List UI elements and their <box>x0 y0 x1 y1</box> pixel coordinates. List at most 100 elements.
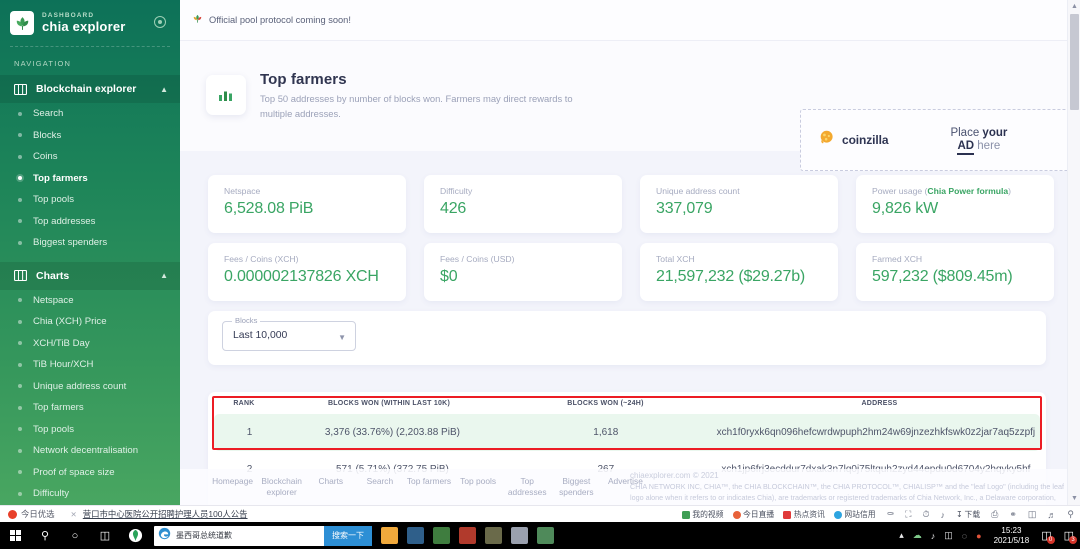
sidebar-item-difficulty[interactable]: Difficulty <box>0 483 180 505</box>
grid-icon <box>13 83 28 95</box>
sidebar-item-top-addresses[interactable]: Top addresses <box>0 211 180 233</box>
chevron-up-icon[interactable]: ▲ <box>160 271 168 280</box>
cell-address[interactable]: xch1f0ryxk6qn096hefcwrdwpuph2hm24w69jnze… <box>712 427 1040 438</box>
browser-tool-my-video[interactable]: 我的视频 <box>681 509 724 520</box>
sidebar-group-charts[interactable]: Charts ▲ <box>0 261 180 290</box>
stat-value: 9,826 kW <box>872 200 938 217</box>
app-icon-3[interactable] <box>459 527 476 544</box>
video-icon <box>681 510 690 519</box>
sidebar-item-top-pools[interactable]: Top pools <box>0 189 180 211</box>
history-icon[interactable]: ⏱ <box>922 509 929 520</box>
footer-link-charts[interactable]: Charts <box>306 476 355 499</box>
browser-tool-label: 我的视频 <box>692 510 724 519</box>
footer-link-top-farmers[interactable]: Top farmers <box>404 476 453 499</box>
browser-tool-download[interactable]: ↧ 下载 <box>956 509 980 520</box>
360-browser-icon[interactable] <box>120 522 150 549</box>
sidebar-item-tib-hour-xch[interactable]: TiB Hour/XCH <box>0 354 180 376</box>
sidebar-item-netspace[interactable]: Netspace <box>0 290 180 312</box>
sidebar-item-chart-top-pools[interactable]: Top pools <box>0 419 180 441</box>
sidebar-item-unique-address-count[interactable]: Unique address count <box>0 376 180 398</box>
cortana-circle-icon[interactable]: ○ <box>60 522 90 549</box>
chia-leaf-logo-icon <box>10 11 34 35</box>
browser-tool-hot-news[interactable]: 热点资讯 <box>783 509 825 520</box>
tray-app-icon[interactable]: ● <box>976 531 981 541</box>
shield-icon[interactable]: ⚰ <box>887 509 895 520</box>
app-icon-1[interactable] <box>407 527 424 544</box>
sidebar-item-label: TiB Hour/XCH <box>33 359 94 371</box>
link-icon[interactable]: ⚭ <box>1009 509 1017 520</box>
screenshot-icon[interactable]: ⛶ <box>905 509 911 520</box>
volume-muted-icon[interactable]: ♪ <box>931 531 936 541</box>
stat-card-unique-address-count: Unique address count 337,079 <box>640 175 838 233</box>
taskbar-clock[interactable]: 15:23 2021/5/18 <box>994 526 1030 546</box>
task-view-icon[interactable]: ◫ <box>90 522 120 549</box>
sidebar-item-chart-top-farmers[interactable]: Top farmers <box>0 397 180 419</box>
footer-link-search[interactable]: Search <box>355 476 404 499</box>
bullet-icon <box>18 219 22 224</box>
brand-header[interactable]: DASHBOARD chia explorer <box>0 0 180 46</box>
app-icon-6[interactable] <box>537 527 554 544</box>
stat-card-farmed-xch: Farmed XCH 597,232 ($809.45m) <box>856 243 1054 301</box>
sidebar-item-label: Netspace <box>33 294 74 306</box>
sidebar-item-proof-of-space-size[interactable]: Proof of space size <box>0 462 180 484</box>
close-x-icon[interactable]: ✕ <box>71 510 77 519</box>
news-link[interactable]: 营口市中心医院公开招聘护理人员100人公告 <box>83 508 248 520</box>
footer-link-top-addresses[interactable]: Top addresses <box>503 476 552 499</box>
clock-time: 15:23 <box>1001 525 1022 535</box>
blocks-select[interactable]: Blocks Last 10,000 ▼ <box>222 316 356 351</box>
window-icon[interactable]: ◫ <box>1028 509 1037 520</box>
circle-dot-icon[interactable] <box>154 16 166 28</box>
sidebar-item-network-decentralisation[interactable]: Network decentralisation <box>0 440 180 462</box>
chia-power-formula-link[interactable]: Chia Power formula <box>927 186 1008 196</box>
sidebar-item-search[interactable]: Search <box>0 103 180 125</box>
search-icon[interactable]: ⚲ <box>30 522 60 549</box>
search-submit-button[interactable]: 搜索一下 <box>324 525 372 546</box>
browser-tool-site-credit[interactable]: 网站信用 <box>833 509 876 520</box>
messages-icon[interactable]: ◫ 0 <box>1041 529 1055 544</box>
security-icon[interactable]: ◌ <box>962 531 967 541</box>
sidebar-item-blocks[interactable]: Blocks <box>0 125 180 147</box>
print-icon[interactable]: ⎙ <box>991 509 998 520</box>
sidebar-item-chia-price[interactable]: Chia (XCH) Price <box>0 311 180 333</box>
browser-tool-live[interactable]: 今日直播 <box>732 509 774 520</box>
browser-status-bar: 今日优选 ✕ 营口市中心医院公开招聘护理人员100人公告 我的视频 今日直播 热… <box>0 505 1080 522</box>
sidebar-item-label: Proof of space size <box>33 466 115 478</box>
chevron-up-icon[interactable]: ▲ <box>160 85 168 94</box>
sidebar-item-biggest-spenders[interactable]: Biggest spenders <box>0 232 180 254</box>
footer-copyright: chiaexplorer.com © 2021 <box>630 471 719 480</box>
search-icon[interactable]: ⚲ <box>1067 509 1074 520</box>
show-hidden-icons[interactable]: ▴ <box>899 530 904 541</box>
sidebar-item-coins[interactable]: Coins <box>0 146 180 168</box>
app-icon-5[interactable] <box>511 527 528 544</box>
scroll-down-arrow-icon[interactable]: ▼ <box>1071 495 1078 502</box>
page-scrollbar[interactable]: ▲ ▼ <box>1067 0 1080 505</box>
cell-blocks-won: 3,376 (33.76%) (2,203.88 PiB) <box>324 427 460 438</box>
column-header-blocks-won-24h: BLOCKS WON (~24H) <box>567 399 644 407</box>
mute-icon[interactable]: ♪ <box>941 510 946 520</box>
windows-taskbar: ⚲ ○ ◫ 墨西哥总统道歉 搜索一下 ▴ ☁ ♪ ◫ ◌ ● 15:23 202… <box>0 522 1080 549</box>
sidebar-item-xch-tib-day[interactable]: XCH/TiB Day <box>0 333 180 355</box>
bullet-icon <box>18 154 22 159</box>
footer-link-blockchain-explorer[interactable]: Blockchain explorer <box>257 476 306 499</box>
file-explorer-icon[interactable] <box>381 527 398 544</box>
chevron-down-icon[interactable]: ▼ <box>338 333 346 342</box>
sidebar-item-top-farmers[interactable]: Top farmers <box>0 168 180 190</box>
sidebar-item-label: Top farmers <box>33 402 84 414</box>
network-icon[interactable]: ◫ <box>944 530 953 541</box>
onedrive-icon[interactable]: ☁ <box>913 530 922 541</box>
screen: DASHBOARD chia explorer NAVIGATION Block… <box>0 0 1080 549</box>
chat-icon[interactable]: ◫ 3 <box>1064 529 1077 544</box>
scrollbar-thumb[interactable] <box>1070 14 1079 110</box>
today-selection-badge[interactable]: 今日优选 <box>8 508 55 520</box>
scroll-up-arrow-icon[interactable]: ▲ <box>1071 3 1078 10</box>
app-icon-2[interactable] <box>433 527 450 544</box>
footer-link-top-pools[interactable]: Top pools <box>454 476 503 499</box>
footer-link-biggest-spenders[interactable]: Biggest spenders <box>552 476 601 499</box>
app-icon-4[interactable] <box>485 527 502 544</box>
footer-link-homepage[interactable]: Homepage <box>208 476 257 499</box>
active-window-button[interactable]: 墨西哥总统道歉 搜索一下 <box>154 525 372 546</box>
table-row[interactable]: 1 3,376 (33.76%) (2,203.88 PiB) 1,618 xc… <box>214 414 1040 451</box>
sidebar-group-blockchain-explorer[interactable]: Blockchain explorer ▲ <box>0 75 180 103</box>
windows-start-icon[interactable] <box>0 522 30 549</box>
volume-icon[interactable]: ♬ <box>1047 510 1056 520</box>
